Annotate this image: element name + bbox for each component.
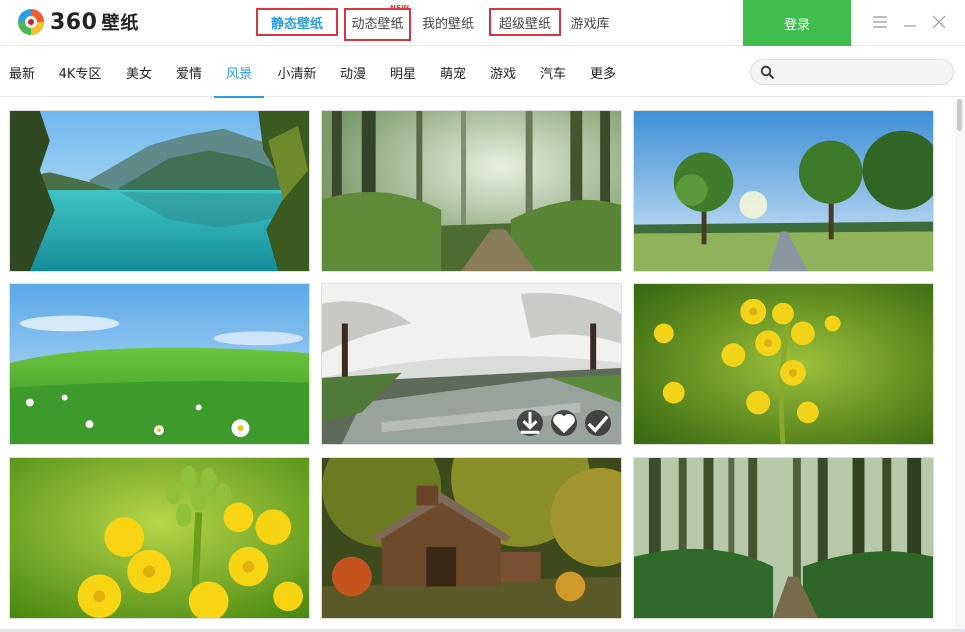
category-4k[interactable]: 4K专区 [54,47,106,97]
category-label: 汽车 [539,66,566,82]
thumb-actions [517,410,611,436]
search-input[interactable] [779,63,947,81]
search-box[interactable] [750,59,954,85]
wallpaper-thumb-rapeseed-closeup[interactable] [9,457,310,619]
category-label: 更多 [589,66,616,82]
tab-static-wallpaper[interactable]: 静态壁纸 [256,8,338,36]
tab-label: 我的壁纸 [421,16,474,32]
wallpaper-thumb-lake-mountains[interactable] [9,110,310,272]
download-icon[interactable] [517,410,543,436]
tab-super-wallpaper[interactable]: 超级壁纸 [489,8,561,36]
new-badge: NEW [390,4,410,12]
wallpaper-thumb-green-hills[interactable] [9,283,310,445]
wallpaper-grid [0,98,955,632]
logo-text: 360 壁纸 [50,10,140,35]
category-more[interactable]: 更多 [584,47,622,97]
wallpaper-thumb-trees-sunlight[interactable] [633,110,934,272]
title-bar: 360 壁纸 静态壁纸 动态壁纸 NEW 我的壁纸 超级壁纸 游戏库 登录 [0,0,965,46]
check-icon[interactable] [585,410,611,436]
category-games[interactable]: 游戏 [484,47,522,97]
category-label: 游戏 [489,66,516,82]
category-latest[interactable]: 最新 [4,47,40,97]
tab-label: 动态壁纸 [351,17,404,32]
wallpaper-thumb-yellow-flower[interactable] [633,283,934,445]
tab-game-library[interactable]: 游戏库 [567,8,613,36]
wallpaper-thumb-forest-cabin[interactable] [321,457,622,619]
login-button[interactable]: 登录 [743,0,851,46]
category-fresh[interactable]: 小清新 [272,47,322,97]
category-cars[interactable]: 汽车 [534,47,572,97]
category-label: 动漫 [339,66,366,82]
category-beauty[interactable]: 美女 [121,47,157,97]
category-label: 萌宠 [439,66,466,82]
app-logo: 360 壁纸 [16,7,139,37]
scrollbar-thumb[interactable] [957,99,962,131]
wallpaper-thumb-blossom-canal[interactable] [321,283,622,445]
login-label: 登录 [783,16,810,32]
vertical-scrollbar[interactable] [955,98,965,632]
logo-mark-icon [16,7,46,37]
minimize-icon[interactable] [901,13,919,31]
category-love[interactable]: 爱情 [171,47,207,97]
close-icon[interactable] [930,13,948,31]
category-stars[interactable]: 明星 [384,47,422,97]
search-icon[interactable] [760,65,774,79]
tab-dynamic-wallpaper[interactable]: 动态壁纸 NEW [344,4,411,41]
category-anime[interactable]: 动漫 [334,47,372,97]
category-label: 美女 [125,66,152,82]
tab-my-wallpaper[interactable]: 我的壁纸 [418,8,478,36]
tab-label: 静态壁纸 [270,16,323,32]
category-label: 风景 [225,66,252,82]
wallpaper-thumb-redwood-forest[interactable] [633,457,934,619]
heart-icon[interactable] [551,410,577,436]
category-label: 小清新 [277,66,317,82]
tab-label: 超级壁纸 [498,16,551,32]
menu-icon[interactable] [871,13,889,31]
category-label: 爱情 [175,66,202,82]
tab-label: 游戏库 [570,16,610,32]
category-scenery[interactable]: 风景 [214,47,264,98]
category-bar: 最新 4K专区 美女 爱情 风景 小清新 动漫 明星 萌宠 游戏 汽车 更多 [0,47,965,98]
wallpaper-thumb-misty-forest[interactable] [321,110,622,272]
category-label: 4K专区 [58,66,102,82]
category-label: 最新 [8,66,35,82]
category-pets[interactable]: 萌宠 [434,47,472,97]
category-label: 明星 [389,66,416,82]
